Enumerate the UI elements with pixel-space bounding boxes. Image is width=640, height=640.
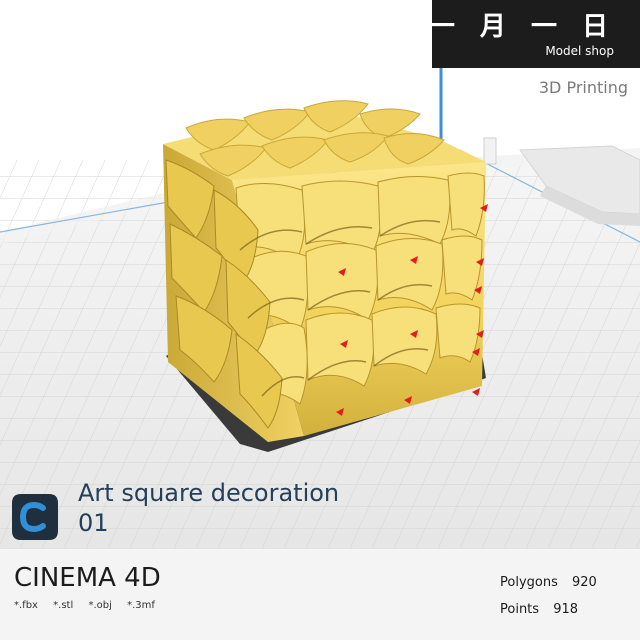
brand-title: 一 月 一 日 — [428, 12, 616, 42]
points-value: 918 — [553, 602, 579, 617]
format-stl: *.stl — [53, 600, 74, 611]
brand-subtitle: Model shop — [545, 44, 614, 58]
info-panel: CINEMA 4D *.fbx *.stl *.obj *.3mf Polygo… — [0, 548, 640, 640]
points-label: Points — [500, 602, 540, 617]
format-3mf: *.3mf — [127, 600, 155, 611]
project-title: Art square decoration 01 — [78, 478, 398, 538]
project-title-line2: 01 — [78, 509, 109, 537]
brand-header: 一 月 一 日 Model shop — [428, 0, 640, 68]
format-obj: *.obj — [88, 600, 112, 611]
product-card: 一 月 一 日 Model shop 3D Printing Art squar… — [0, 0, 640, 640]
points-stat: Points 918 — [500, 596, 597, 623]
cinema4d-logo-icon — [12, 494, 58, 540]
polygons-stat: Polygons 920 — [500, 569, 597, 596]
art-square-model[interactable] — [163, 100, 488, 442]
software-name: CINEMA 4D — [14, 563, 161, 593]
format-fbx: *.fbx — [14, 600, 38, 611]
polygons-label: Polygons — [500, 575, 558, 590]
model-stats: Polygons 920 Points 918 — [500, 569, 597, 623]
project-title-line1: Art square decoration — [78, 479, 340, 507]
file-format-list: *.fbx *.stl *.obj *.3mf — [14, 600, 167, 611]
polygons-value: 920 — [572, 575, 597, 590]
viewer-label: 3D Printing — [538, 78, 628, 97]
